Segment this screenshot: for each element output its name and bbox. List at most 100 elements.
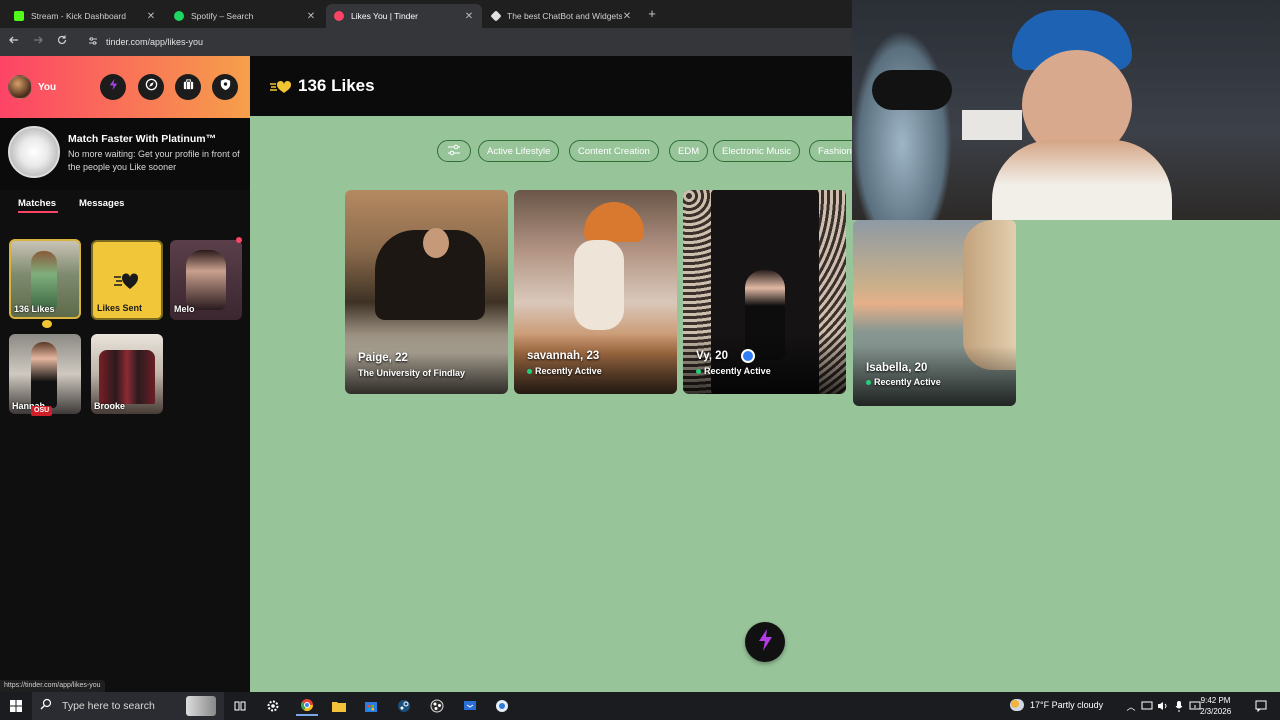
active-dot-icon [527, 368, 532, 374]
task-view-icon[interactable] [229, 696, 251, 716]
webcam-overlay [852, 0, 1280, 220]
address-bar[interactable]: tinder.com/app/likes-you [80, 31, 850, 53]
filter-chip-active-lifestyle[interactable]: Active Lifestyle [478, 140, 560, 162]
promo-subtitle: No more waiting: Get your profile in fro… [68, 149, 240, 172]
notifications-icon[interactable] [1250, 696, 1272, 716]
profile-subtitle: Recently Active [527, 366, 602, 376]
close-tab-icon[interactable]: ✕ [622, 11, 632, 22]
profile-card-savannah[interactable]: savannah, 23 Recently Active [514, 190, 677, 394]
remote-desktop-icon[interactable] [459, 696, 481, 716]
savannah-photo-body [574, 240, 624, 330]
platinum-promo[interactable]: Match Faster With Platinum™ No more wait… [0, 118, 250, 190]
search-placeholder: Type here to search [62, 700, 155, 712]
match-card-hannah[interactable]: Hannah [9, 334, 81, 414]
profile-card-isabella[interactable]: Isabella, 20 Recently Active [853, 220, 1016, 406]
likes-card-photo [31, 251, 57, 309]
browser-tab-chatbot[interactable]: The best ChatBot and Widgets ✕ [484, 4, 640, 28]
hannah-photo [31, 342, 57, 408]
windows-start-icon[interactable] [5, 696, 27, 716]
windows-taskbar: Type here to search 17°F Partly cloudy ︿ [0, 692, 1280, 720]
microsoft-store-icon[interactable] [360, 696, 382, 716]
webcam-body [992, 140, 1172, 220]
card-gradient [683, 334, 846, 394]
close-tab-icon[interactable]: ✕ [464, 11, 474, 22]
browser-tab-bar: Stream - Kick Dashboard ✕ Spotify – Sear… [0, 0, 852, 28]
avatar[interactable] [8, 75, 32, 99]
profile-subtitle: The University of Findlay [358, 368, 465, 378]
tab-title: The best ChatBot and Widgets [507, 11, 622, 21]
app-circle-icon[interactable] [491, 696, 513, 716]
shield-icon [219, 78, 232, 96]
taskbar-clock[interactable]: 9:42 PM 2/3/2026 [1200, 695, 1231, 717]
sidebar-header: You [0, 56, 250, 118]
likes-gold-heart-icon [270, 80, 292, 94]
forward-arrow-icon[interactable] [30, 34, 46, 50]
close-tab-icon[interactable]: ✕ [146, 11, 156, 22]
card-gradient [853, 346, 1016, 406]
obs-icon[interactable] [426, 696, 448, 716]
tab-matches[interactable]: Matches [18, 198, 56, 209]
osu-badge: OSU [31, 406, 53, 416]
new-tab-button[interactable]: + [645, 6, 659, 22]
page-title: 136 Likes [298, 76, 375, 95]
close-tab-icon[interactable]: ✕ [306, 11, 316, 22]
steam-icon[interactable] [393, 696, 415, 716]
brooke-photo [99, 350, 155, 404]
chrome-icon[interactable] [296, 696, 318, 716]
gold-home-button[interactable] [175, 74, 201, 100]
spotify-favicon-icon [174, 11, 184, 21]
browser-tab-tinder[interactable]: Likes You | Tinder ✕ [326, 4, 482, 28]
safety-button[interactable] [212, 74, 238, 100]
boost-button[interactable] [100, 74, 126, 100]
profile-activity: Recently Active [874, 377, 941, 387]
new-match-dot [236, 237, 242, 243]
site-info-icon[interactable] [88, 33, 98, 51]
profile-card-paige[interactable]: Paige, 22 The University of Findlay [345, 190, 508, 394]
match-card-melo[interactable]: Melo [170, 240, 242, 320]
melo-photo [186, 250, 226, 310]
chatbot-favicon-icon [490, 10, 502, 22]
sliders-icon [447, 144, 461, 159]
filter-settings-button[interactable] [437, 140, 471, 162]
match-card-brooke[interactable]: Brooke [91, 334, 163, 414]
likes-sent-card[interactable]: Likes Sent [91, 240, 163, 320]
verified-badge-icon [741, 349, 755, 363]
explore-button[interactable] [138, 74, 164, 100]
clock-time: 9:42 PM [1200, 696, 1231, 705]
lightning-bolt-icon [756, 628, 774, 657]
boost-floating-button[interactable] [745, 622, 785, 662]
back-arrow-icon[interactable] [6, 34, 22, 50]
tab-title: Stream - Kick Dashboard [31, 11, 126, 21]
sidebar: You Match Faster With Platinum™ No more … [0, 56, 250, 692]
user-label[interactable]: You [38, 82, 56, 93]
likes-sent-heart-icon [113, 271, 141, 296]
filter-chip-electronic-music[interactable]: Electronic Music [713, 140, 801, 162]
likes-header: 136 Likes [250, 56, 852, 116]
profile-card-vy[interactable]: Vy, 20 Recently Active [683, 190, 846, 394]
taskbar-search[interactable]: Type here to search [32, 692, 224, 720]
browser-tab-kick[interactable]: Stream - Kick Dashboard ✕ [6, 4, 164, 28]
partly-cloudy-icon [1010, 699, 1024, 711]
tab-title: Spotify – Search [191, 11, 254, 21]
likes-card[interactable]: 136 Likes [9, 239, 81, 319]
briefcase-icon [182, 78, 195, 96]
card-gradient [345, 334, 508, 394]
filter-chip-edm[interactable]: EDM [669, 140, 709, 162]
savannah-photo-hat [584, 202, 644, 242]
reload-icon[interactable] [54, 34, 70, 50]
tab-messages[interactable]: Messages [79, 198, 124, 209]
weather-text: 17°F Partly cloudy [1030, 700, 1104, 710]
webcam-tree [852, 30, 952, 220]
tab-title: Likes You | Tinder [351, 11, 418, 21]
search-icon [40, 697, 52, 715]
file-explorer-icon[interactable] [328, 696, 350, 716]
active-dot-icon [866, 379, 871, 385]
settings-gear-icon[interactable] [262, 696, 284, 716]
clock-date: 2/3/2026 [1200, 707, 1232, 716]
filter-chip-fashion[interactable]: Fashion [809, 140, 852, 162]
browser-tab-spotify[interactable]: Spotify – Search ✕ [166, 4, 324, 28]
gold-heart-icon [42, 320, 52, 328]
profile-activity: Recently Active [704, 366, 771, 376]
filter-chip-content-creation[interactable]: Content Creation [569, 140, 659, 162]
weather-widget[interactable]: 17°F Partly cloudy [1010, 699, 1103, 711]
